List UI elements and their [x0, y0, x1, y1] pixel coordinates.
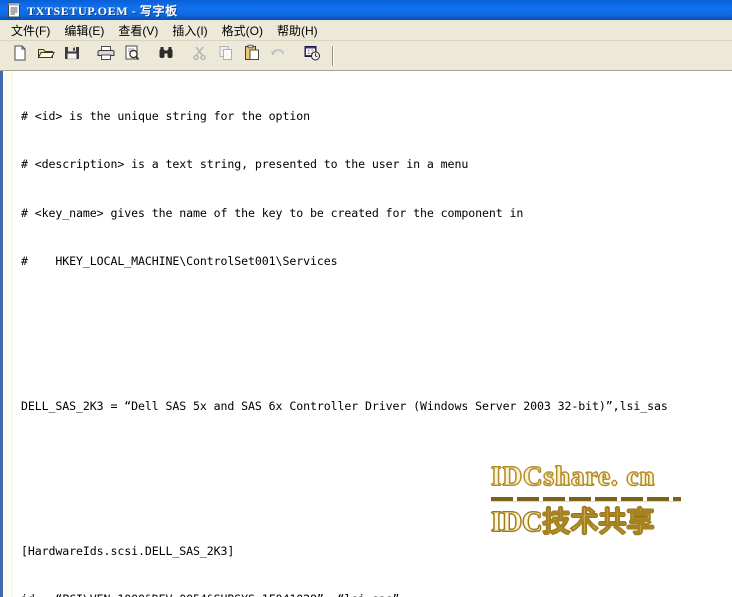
menu-edit[interactable]: 编辑(E) — [57, 20, 111, 41]
doc-line — [21, 494, 732, 510]
doc-line: # <description> is a text string, presen… — [21, 157, 469, 172]
open-file-button[interactable] — [34, 44, 58, 67]
doc-line: # HKEY_LOCAL_MACHINE\ControlSet001\Servi… — [21, 254, 338, 269]
copy-button[interactable] — [214, 44, 238, 67]
doc-line — [21, 301, 732, 317]
undo-arrow-icon — [269, 44, 287, 67]
print-button[interactable] — [94, 44, 118, 67]
date-time-icon: 12 — [303, 44, 321, 67]
window-title: TXTSETUP.OEM - 写字板 — [27, 3, 178, 18]
date-time-button[interactable]: 12 — [300, 44, 324, 67]
doc-line: # <id> is the unique string for the opti… — [21, 109, 310, 124]
title-bar[interactable]: TXTSETUP.OEM - 写字板 — [0, 0, 732, 20]
print-preview-button[interactable] — [120, 44, 144, 67]
document-page[interactable]: # <id> is the unique string for the opti… — [13, 71, 732, 597]
wordpad-window: TXTSETUP.OEM - 写字板 文件(F) 编辑(E) 查看(V) 插入(… — [0, 0, 732, 597]
menu-bar: 文件(F) 编辑(E) 查看(V) 插入(I) 格式(O) 帮助(H) — [0, 20, 732, 41]
save-button[interactable] — [60, 44, 84, 67]
menu-file[interactable]: 文件(F) — [4, 20, 57, 41]
paste-button[interactable] — [240, 44, 264, 67]
document-area[interactable]: # <id> is the unique string for the opti… — [0, 71, 732, 597]
menu-view[interactable]: 查看(V) — [111, 20, 165, 41]
new-document-icon — [11, 44, 29, 67]
paste-clipboard-icon — [243, 44, 261, 67]
cut-button[interactable] — [188, 44, 212, 67]
document-text[interactable]: # <id> is the unique string for the opti… — [13, 76, 732, 597]
find-binoculars-icon — [157, 44, 175, 67]
doc-line: DELL_SAS_2K3 = “Dell SAS 5x and SAS 6x C… — [21, 398, 668, 413]
print-icon — [97, 44, 115, 67]
doc-line: # <key_name> gives the name of the key t… — [21, 205, 524, 220]
undo-button[interactable] — [266, 44, 290, 67]
print-preview-icon — [123, 44, 141, 67]
toolbar: 12 — [0, 41, 732, 71]
doc-line — [21, 446, 732, 462]
doc-line: [HardwareIds.scsi.DELL_SAS_2K3] — [21, 543, 235, 558]
cut-scissors-icon — [191, 44, 209, 67]
doc-line: id = “PCI\VEN_1000&DEV_0054&SUBSYS_1F041… — [21, 591, 732, 597]
toolbar-separator — [332, 45, 334, 66]
copy-icon — [217, 44, 235, 67]
menu-format[interactable]: 格式(O) — [215, 20, 270, 41]
save-disk-icon — [63, 44, 81, 67]
open-folder-icon — [37, 44, 55, 67]
find-button[interactable] — [154, 44, 178, 67]
new-document-button[interactable] — [8, 44, 32, 67]
menu-help[interactable]: 帮助(H) — [270, 20, 325, 41]
menu-insert[interactable]: 插入(I) — [165, 20, 214, 41]
wordpad-document-icon — [6, 2, 22, 18]
left-margin-strip — [3, 71, 13, 597]
doc-line — [21, 350, 732, 366]
